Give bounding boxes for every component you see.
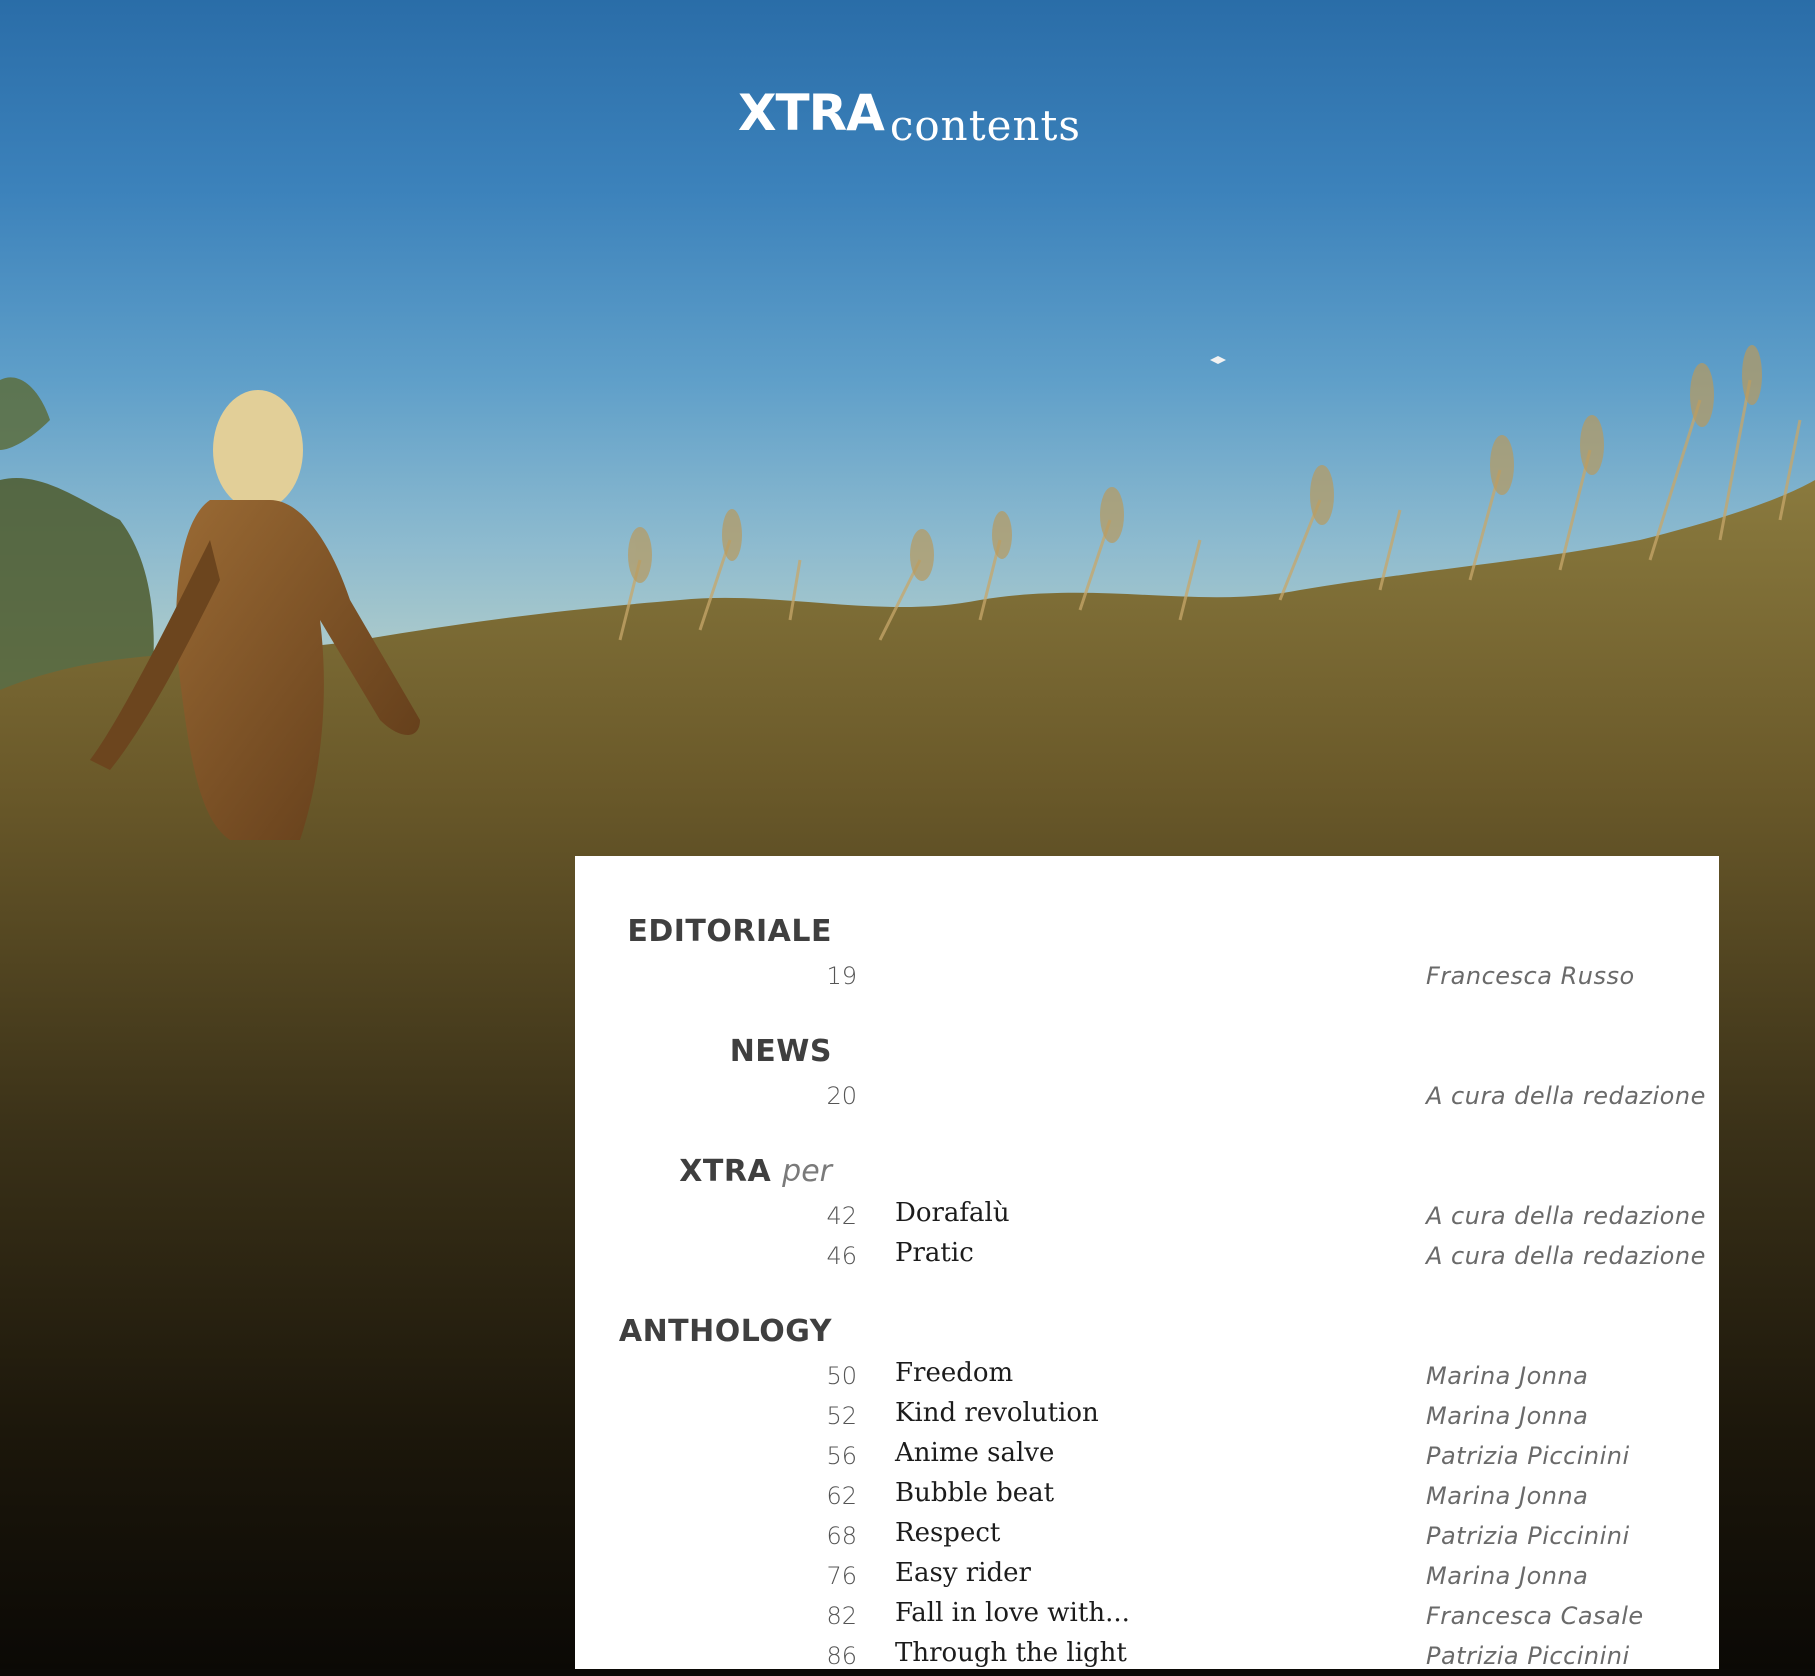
toc-entry[interactable]: 20 A cura della redazione [575, 1082, 1719, 1116]
article-title: Easy rider [895, 1558, 1031, 1588]
page-number: 62 [826, 1482, 857, 1510]
article-title: Pratic [895, 1238, 974, 1268]
section-heading-news: NEWS [729, 1034, 832, 1069]
section-heading-editoriale: EDITORIALE [627, 914, 832, 949]
section-heading-xtra-per: XTRA per [679, 1154, 832, 1189]
page-number: 82 [826, 1602, 857, 1630]
author: A cura della redazione [1426, 1242, 1706, 1270]
toc-entry[interactable]: 68 Respect Patrizia Piccinini [575, 1518, 1719, 1556]
article-title: Through the light [895, 1638, 1127, 1668]
masthead: XTRA contents [738, 84, 1081, 150]
page-number: 50 [826, 1362, 857, 1390]
toc-entry[interactable]: 52 Kind revolution Marina Jonna [575, 1398, 1719, 1436]
masthead-label: contents [889, 101, 1081, 150]
article-title: Fall in love with... [895, 1598, 1130, 1628]
toc-entry[interactable]: 76 Easy rider Marina Jonna [575, 1558, 1719, 1596]
bird-dot [1210, 356, 1226, 364]
page-number: 68 [826, 1522, 857, 1550]
author: Marina Jonna [1426, 1402, 1589, 1430]
toc-entry[interactable]: 86 Through the light Patrizia Piccinini [575, 1638, 1719, 1676]
toc-entry[interactable]: 42 Dorafalù A cura della redazione [575, 1198, 1719, 1236]
author: Marina Jonna [1426, 1362, 1589, 1390]
author: Patrizia Piccinini [1426, 1642, 1630, 1670]
page-number: 86 [826, 1642, 857, 1670]
article-title: Dorafalù [895, 1198, 1010, 1228]
toc-entry[interactable]: 82 Fall in love with... Francesca Casale [575, 1598, 1719, 1636]
page-number: 42 [826, 1202, 857, 1230]
article-title: Respect [895, 1518, 1001, 1548]
article-title: Kind revolution [895, 1398, 1099, 1428]
toc-entry[interactable]: 50 Freedom Marina Jonna [575, 1358, 1719, 1396]
toc-entry[interactable]: 19 Francesca Russo [575, 962, 1719, 996]
brand-logo: XTRA [738, 84, 885, 142]
author: Francesca Russo [1426, 962, 1635, 990]
page-number: 56 [826, 1442, 857, 1470]
page-number: 52 [826, 1402, 857, 1430]
author: Patrizia Piccinini [1426, 1442, 1630, 1470]
author: Francesca Casale [1426, 1602, 1644, 1630]
contents-panel: EDITORIALE 19 Francesca Russo NEWS 20 A … [575, 856, 1719, 1670]
author: A cura della redazione [1426, 1202, 1706, 1230]
page-number: 20 [826, 1082, 857, 1110]
toc-entry[interactable]: 62 Bubble beat Marina Jonna [575, 1478, 1719, 1516]
author: Marina Jonna [1426, 1482, 1589, 1510]
article-title: Freedom [895, 1358, 1014, 1388]
article-title: Anime salve [895, 1438, 1055, 1468]
page-number: 76 [826, 1562, 857, 1590]
author: A cura della redazione [1426, 1082, 1706, 1110]
toc-entry[interactable]: 46 Pratic A cura della redazione [575, 1238, 1719, 1276]
section-heading-anthology: ANTHOLOGY [618, 1314, 832, 1349]
author: Marina Jonna [1426, 1562, 1589, 1590]
page-number: 46 [826, 1242, 857, 1270]
article-title: Bubble beat [895, 1478, 1055, 1508]
author: Patrizia Piccinini [1426, 1522, 1630, 1550]
page-number: 19 [826, 962, 857, 990]
toc-entry[interactable]: 56 Anime salve Patrizia Piccinini [575, 1438, 1719, 1476]
